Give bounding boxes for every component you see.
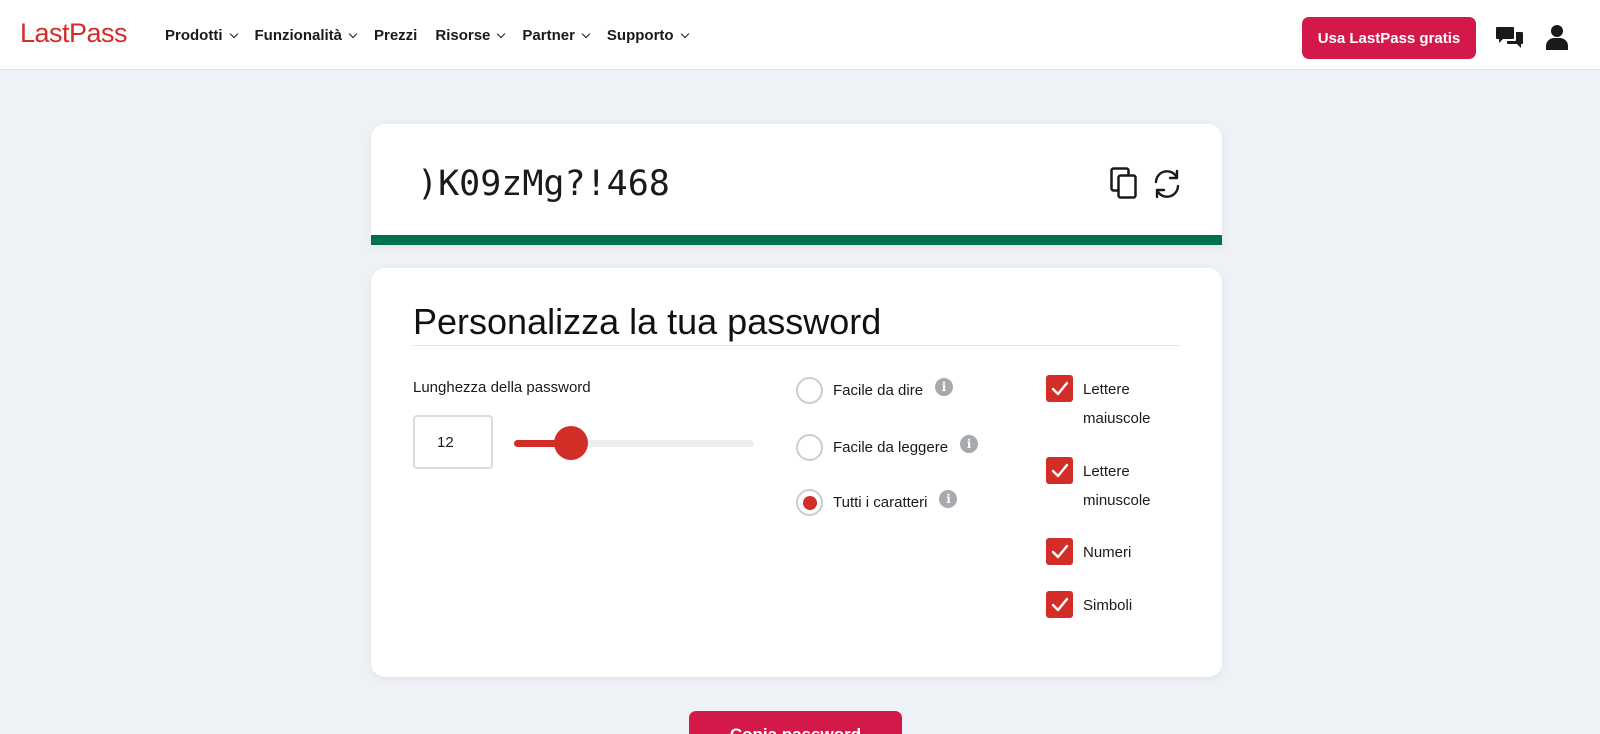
generated-password[interactable]: )K09zMg?!468 [417,164,670,204]
radio-button-selected[interactable] [796,489,823,516]
copy-password-button[interactable]: Copia password [689,711,902,734]
refresh-icon[interactable] [1152,169,1182,199]
nav-label: Funzionalità [254,27,343,44]
nav-label: Partner [522,27,575,44]
radio-easy-to-read[interactable]: Facile da leggere i [796,434,979,461]
nav-item-funzionalita[interactable]: Funzionalità [254,27,358,44]
divider [413,345,1180,346]
radio-button[interactable] [796,434,823,461]
chevron-down-icon [581,29,591,38]
nav-label: Prodotti [165,27,223,44]
checkbox-checked[interactable] [1046,591,1073,618]
nav-label: Risorse [435,27,491,44]
radio-easy-to-say[interactable]: Facile da dire i [796,377,954,404]
radio-label: Tutti i caratteri [833,494,928,511]
checkmark-icon [1051,597,1068,612]
length-slider-thumb[interactable] [554,426,588,460]
nav-item-prodotti[interactable]: Prodotti [165,27,238,44]
chevron-down-icon [680,29,689,38]
checkbox-symbols[interactable]: Simboli [1046,591,1173,620]
checkbox-uppercase[interactable]: Lettere maiuscole [1046,375,1173,433]
radio-all-characters[interactable]: Tutti i caratteri i [796,489,958,516]
info-icon[interactable]: i [939,489,958,508]
checkbox-label: Lettere maiuscole [1083,381,1151,427]
lastpass-logo[interactable]: LastPass [20,18,128,49]
length-label: Lunghezza della password [413,379,591,396]
chat-bubbles-icon[interactable] [1496,25,1524,51]
customize-title: Personalizza la tua password [413,301,882,342]
checkbox-label: Lettere minuscole [1083,463,1151,509]
info-icon[interactable]: i [960,434,979,453]
nav-label: Supporto [606,27,674,44]
length-input[interactable]: 12 [413,415,493,469]
main-nav: Prodotti Funzionalità Prezzi Risorse Par… [165,27,706,44]
radio-label: Facile da dire [833,382,924,399]
checkbox-label: Numeri [1083,544,1132,561]
checkbox-label: Simboli [1083,597,1133,614]
checkbox-lowercase[interactable]: Lettere minuscole [1046,457,1173,515]
generated-password-card: )K09zMg?!468 [371,124,1222,245]
checkmark-icon [1051,544,1068,559]
customize-password-card: Personalizza la tua password Lunghezza d… [371,268,1222,677]
user-icon[interactable] [1545,24,1569,50]
checkbox-checked[interactable] [1046,375,1073,402]
nav-item-risorse[interactable]: Risorse [435,27,506,44]
nav-item-prezzi[interactable]: Prezzi [374,27,417,44]
copy-icon[interactable] [1110,167,1138,199]
checkbox-checked[interactable] [1046,538,1073,565]
checkbox-checked[interactable] [1046,457,1073,484]
info-icon[interactable]: i [935,377,954,396]
checkmark-icon [1051,463,1068,478]
radio-selected-dot [802,495,817,510]
checkmark-icon [1051,381,1068,396]
free-trial-button[interactable]: Usa LastPass gratis [1302,17,1476,59]
chevron-down-icon [497,29,506,38]
radio-button[interactable] [796,377,823,404]
password-strength-bar [371,235,1222,245]
nav-item-partner[interactable]: Partner [522,27,591,44]
nav-item-supporto[interactable]: Supporto [606,27,689,44]
site-header: LastPass Prodotti Funzionalità Prezzi Ri… [0,0,1600,70]
chevron-down-icon [348,29,358,38]
radio-label: Facile da leggere [833,439,949,456]
chevron-down-icon [229,29,238,38]
nav-label: Prezzi [374,27,418,44]
checkbox-numbers[interactable]: Numeri [1046,538,1173,567]
